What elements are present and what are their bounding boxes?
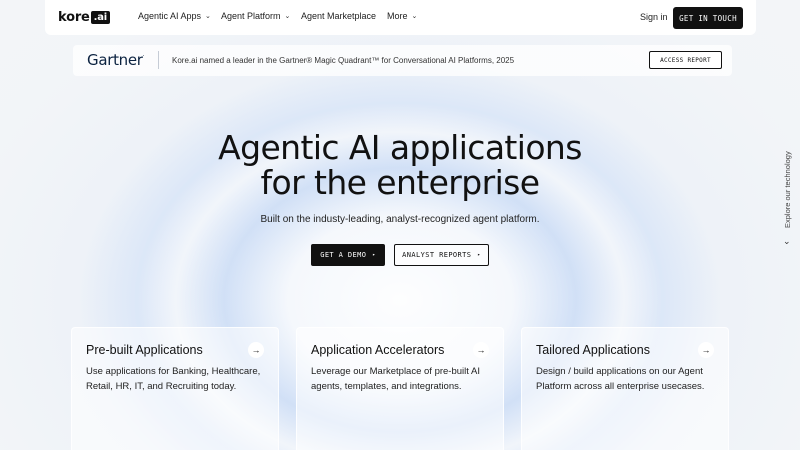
card-pre-built-applications[interactable]: Pre-built Applications → Use application…: [71, 327, 279, 450]
hero-title: Agentic AI applications for the enterpri…: [0, 130, 800, 200]
card-description: Use applications for Banking, Healthcare…: [86, 366, 261, 392]
get-a-demo-label: GET A DEMO: [320, 251, 367, 259]
card-tailored-applications[interactable]: Tailored Applications → Design / build a…: [521, 327, 729, 450]
arrow-right-icon: ▸: [477, 252, 481, 258]
gartner-logo-text: Gartner: [87, 51, 143, 69]
explore-technology-link[interactable]: Explore our technology ⌄: [780, 150, 798, 250]
card-title: Pre-built Applications: [86, 343, 203, 357]
nav-item-label: Agent Platform: [221, 11, 281, 21]
chevron-down-icon: ⌄: [411, 13, 418, 20]
kore-ai-logo[interactable]: kore .ai: [58, 10, 111, 25]
gartner-logo: Gartner.: [87, 51, 145, 69]
gartner-banner: Gartner. Kore.ai named a leader in the G…: [73, 45, 732, 76]
nav-item-agent-platform[interactable]: Agent Platform ⌄: [221, 11, 290, 21]
get-in-touch-button[interactable]: GET IN TOUCH: [673, 7, 743, 29]
card-title: Tailored Applications: [536, 343, 650, 357]
nav-item-agent-marketplace[interactable]: Agent Marketplace: [301, 11, 376, 21]
card-description: Leverage our Marketplace of pre-built AI…: [311, 366, 480, 392]
nav-item-label: More: [387, 11, 408, 21]
analyst-reports-button[interactable]: ANALYST REPORTS ▸: [394, 244, 489, 266]
get-a-demo-button[interactable]: GET A DEMO ▸: [311, 244, 385, 266]
arrow-right-icon[interactable]: →: [698, 342, 714, 358]
card-description: Design / build applications on our Agent…: [536, 366, 705, 392]
hero-title-line1: Agentic AI applications: [218, 128, 582, 167]
banner-divider: [158, 51, 159, 69]
card-title: Application Accelerators: [311, 343, 445, 357]
chevron-down-icon: ⌄: [284, 13, 291, 20]
access-report-button[interactable]: ACCESS REPORT: [649, 51, 722, 69]
analyst-reports-label: ANALYST REPORTS: [402, 251, 472, 259]
arrow-right-icon[interactable]: →: [248, 342, 264, 358]
nav-item-more[interactable]: More ⌄: [387, 11, 417, 21]
nav-item-label: Agentic AI Apps: [138, 11, 202, 21]
explore-technology-label: Explore our technology: [783, 151, 792, 228]
nav-item-label: Agent Marketplace: [301, 11, 377, 21]
hero-subtitle: Built on the industy-leading, analyst-re…: [260, 214, 540, 225]
hero-title-line2: for the enterprise: [260, 163, 541, 202]
arrow-right-icon: ▸: [372, 252, 376, 258]
logo-text: kore: [58, 10, 90, 25]
nav-item-agentic-ai-apps[interactable]: Agentic AI Apps ⌄: [138, 11, 211, 21]
chevron-down-icon: ⌄: [205, 13, 211, 20]
sign-in-link[interactable]: Sign in: [640, 12, 668, 22]
chevron-down-icon: ⌄: [783, 236, 791, 246]
banner-text: Kore.ai named a leader in the Gartner® M…: [172, 56, 515, 65]
arrow-right-icon[interactable]: →: [473, 342, 489, 358]
logo-box: .ai: [90, 11, 111, 24]
card-application-accelerators[interactable]: Application Accelerators → Leverage our …: [296, 327, 504, 450]
top-navigation: kore .ai Agentic AI Apps ⌄ Agent Platform…: [45, 0, 756, 35]
